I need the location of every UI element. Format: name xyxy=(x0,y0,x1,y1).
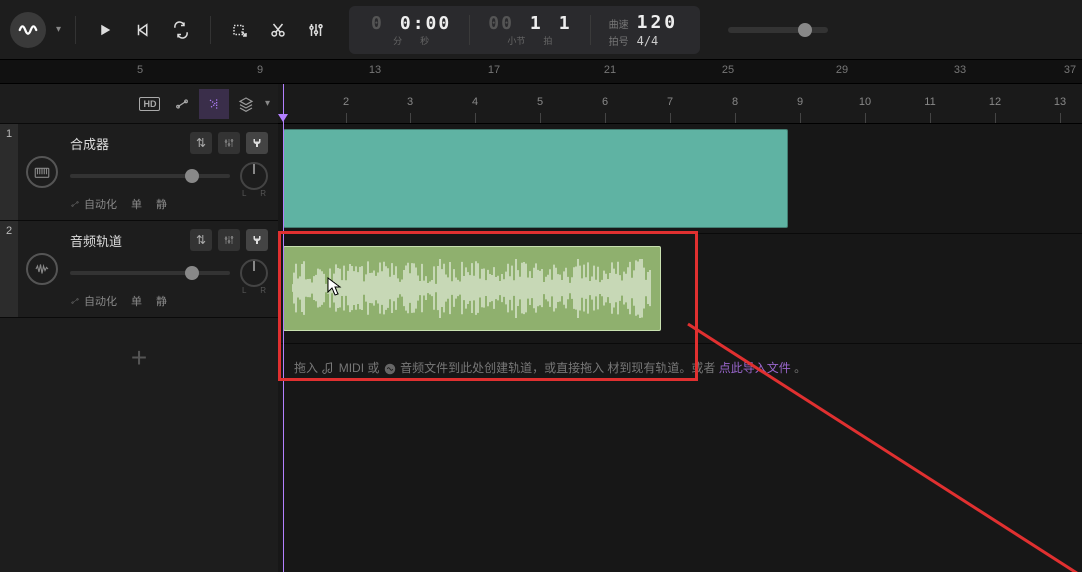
ruler-number: 10 xyxy=(859,96,871,108)
track-name[interactable]: 合成器 xyxy=(70,134,184,153)
loop-button[interactable] xyxy=(166,15,196,45)
bar-ruler[interactable]: 2 3 4 5 6 7 8 9 10 11 12 13 xyxy=(278,84,1082,124)
global-tick: 9 xyxy=(257,64,263,76)
solo-button[interactable]: 单 xyxy=(131,196,142,212)
track-header[interactable]: 1 合成器 ⇅ LR 自动化单静 xyxy=(0,124,278,221)
track-type-icon xyxy=(18,124,66,220)
global-timeline[interactable]: 5 9 13 17 21 25 29 33 37 xyxy=(0,60,1082,84)
cut-tool[interactable] xyxy=(263,15,293,45)
track-lane-1[interactable] xyxy=(278,124,1082,234)
ruler-number: 4 xyxy=(472,96,478,108)
snap-button[interactable] xyxy=(199,89,229,119)
track-number: 1 xyxy=(0,124,18,220)
midi-clip[interactable] xyxy=(283,129,788,228)
annotation-arrow xyxy=(558,284,1082,572)
settings-tool[interactable] xyxy=(301,15,331,45)
playhead[interactable] xyxy=(283,84,284,572)
track-name[interactable]: 音频轨道 xyxy=(70,231,184,250)
automation-button[interactable]: 自动化 xyxy=(70,196,117,212)
track-fx-button[interactable] xyxy=(218,132,240,154)
track-type-icon xyxy=(18,221,66,317)
panel-menu-chevron[interactable]: ▾ xyxy=(265,98,270,109)
ruler-number: 11 xyxy=(924,96,935,108)
arrangement-area[interactable]: 2345678910111213 拖入 MIDI 或 音频文件到此处创建轨道，或… xyxy=(278,84,1082,572)
pan-knob[interactable]: LR xyxy=(240,259,268,287)
mouse-cursor-icon xyxy=(327,277,343,297)
ruler-number: 13 xyxy=(1054,96,1066,108)
play-button[interactable] xyxy=(90,15,120,45)
ruler-number: 3 xyxy=(407,96,413,108)
global-tick: 33 xyxy=(954,64,966,76)
global-tick: 21 xyxy=(604,64,616,76)
pos-prefix: 00 xyxy=(488,13,514,34)
layers-button[interactable] xyxy=(231,89,261,119)
global-tick: 13 xyxy=(369,64,381,76)
track-expand-icon[interactable]: ⇅ xyxy=(190,132,212,154)
note-icon xyxy=(321,362,335,376)
time-seconds: 0:00 xyxy=(400,13,451,34)
ruler-number: 6 xyxy=(602,96,608,108)
global-tick: 37 xyxy=(1064,64,1076,76)
track-fx-button[interactable] xyxy=(218,229,240,251)
ruler-number: 7 xyxy=(667,96,673,108)
top-toolbar: ▾ 00:00 分秒 0011 小节拍 曲速120 拍号4/4 xyxy=(0,0,1082,60)
mute-button[interactable]: 静 xyxy=(156,293,167,309)
selection-tool[interactable] xyxy=(225,15,255,45)
ruler-number: 8 xyxy=(732,96,738,108)
mute-button[interactable]: 静 xyxy=(156,196,167,212)
ruler-number: 2 xyxy=(343,96,349,108)
track-expand-icon[interactable]: ⇅ xyxy=(190,229,212,251)
volume-slider[interactable] xyxy=(70,174,230,178)
global-tick: 25 xyxy=(722,64,734,76)
solo-button[interactable]: 单 xyxy=(131,293,142,309)
time-minutes: 0 xyxy=(371,13,384,34)
tempo-value[interactable]: 120 xyxy=(637,12,679,33)
rewind-button[interactable] xyxy=(128,15,158,45)
track-plugin-button[interactable] xyxy=(246,229,268,251)
ruler-number: 9 xyxy=(797,96,803,108)
pos-bar: 1 xyxy=(530,13,543,34)
add-track-button[interactable]: + xyxy=(0,318,278,398)
pan-knob[interactable]: LR xyxy=(240,162,268,190)
global-tick: 5 xyxy=(137,64,143,76)
app-logo[interactable] xyxy=(10,12,46,48)
zoom-slider[interactable] xyxy=(728,27,828,33)
track-number: 2 xyxy=(0,221,18,317)
ruler-number: 5 xyxy=(537,96,543,108)
transport-display: 00:00 分秒 0011 小节拍 曲速120 拍号4/4 xyxy=(349,6,700,54)
pos-beat: 1 xyxy=(559,13,572,34)
automation-toggle[interactable] xyxy=(167,89,197,119)
automation-button[interactable]: 自动化 xyxy=(70,293,117,309)
track-plugin-button[interactable] xyxy=(246,132,268,154)
audio-icon xyxy=(383,362,397,376)
ruler-number: 12 xyxy=(989,96,1001,108)
app-menu-chevron[interactable]: ▾ xyxy=(56,24,61,35)
track-header[interactable]: 2 音频轨道 ⇅ LR 自动化单静 xyxy=(0,221,278,318)
global-tick: 17 xyxy=(488,64,500,76)
hd-button[interactable]: HD xyxy=(135,89,165,119)
track-panel: HD ▾ 1合成器⇅LR自动化单静2音频轨道⇅LR自动化单静 + xyxy=(0,84,278,572)
volume-slider[interactable] xyxy=(70,271,230,275)
time-signature[interactable]: 4/4 xyxy=(637,34,659,48)
global-tick: 29 xyxy=(836,64,848,76)
